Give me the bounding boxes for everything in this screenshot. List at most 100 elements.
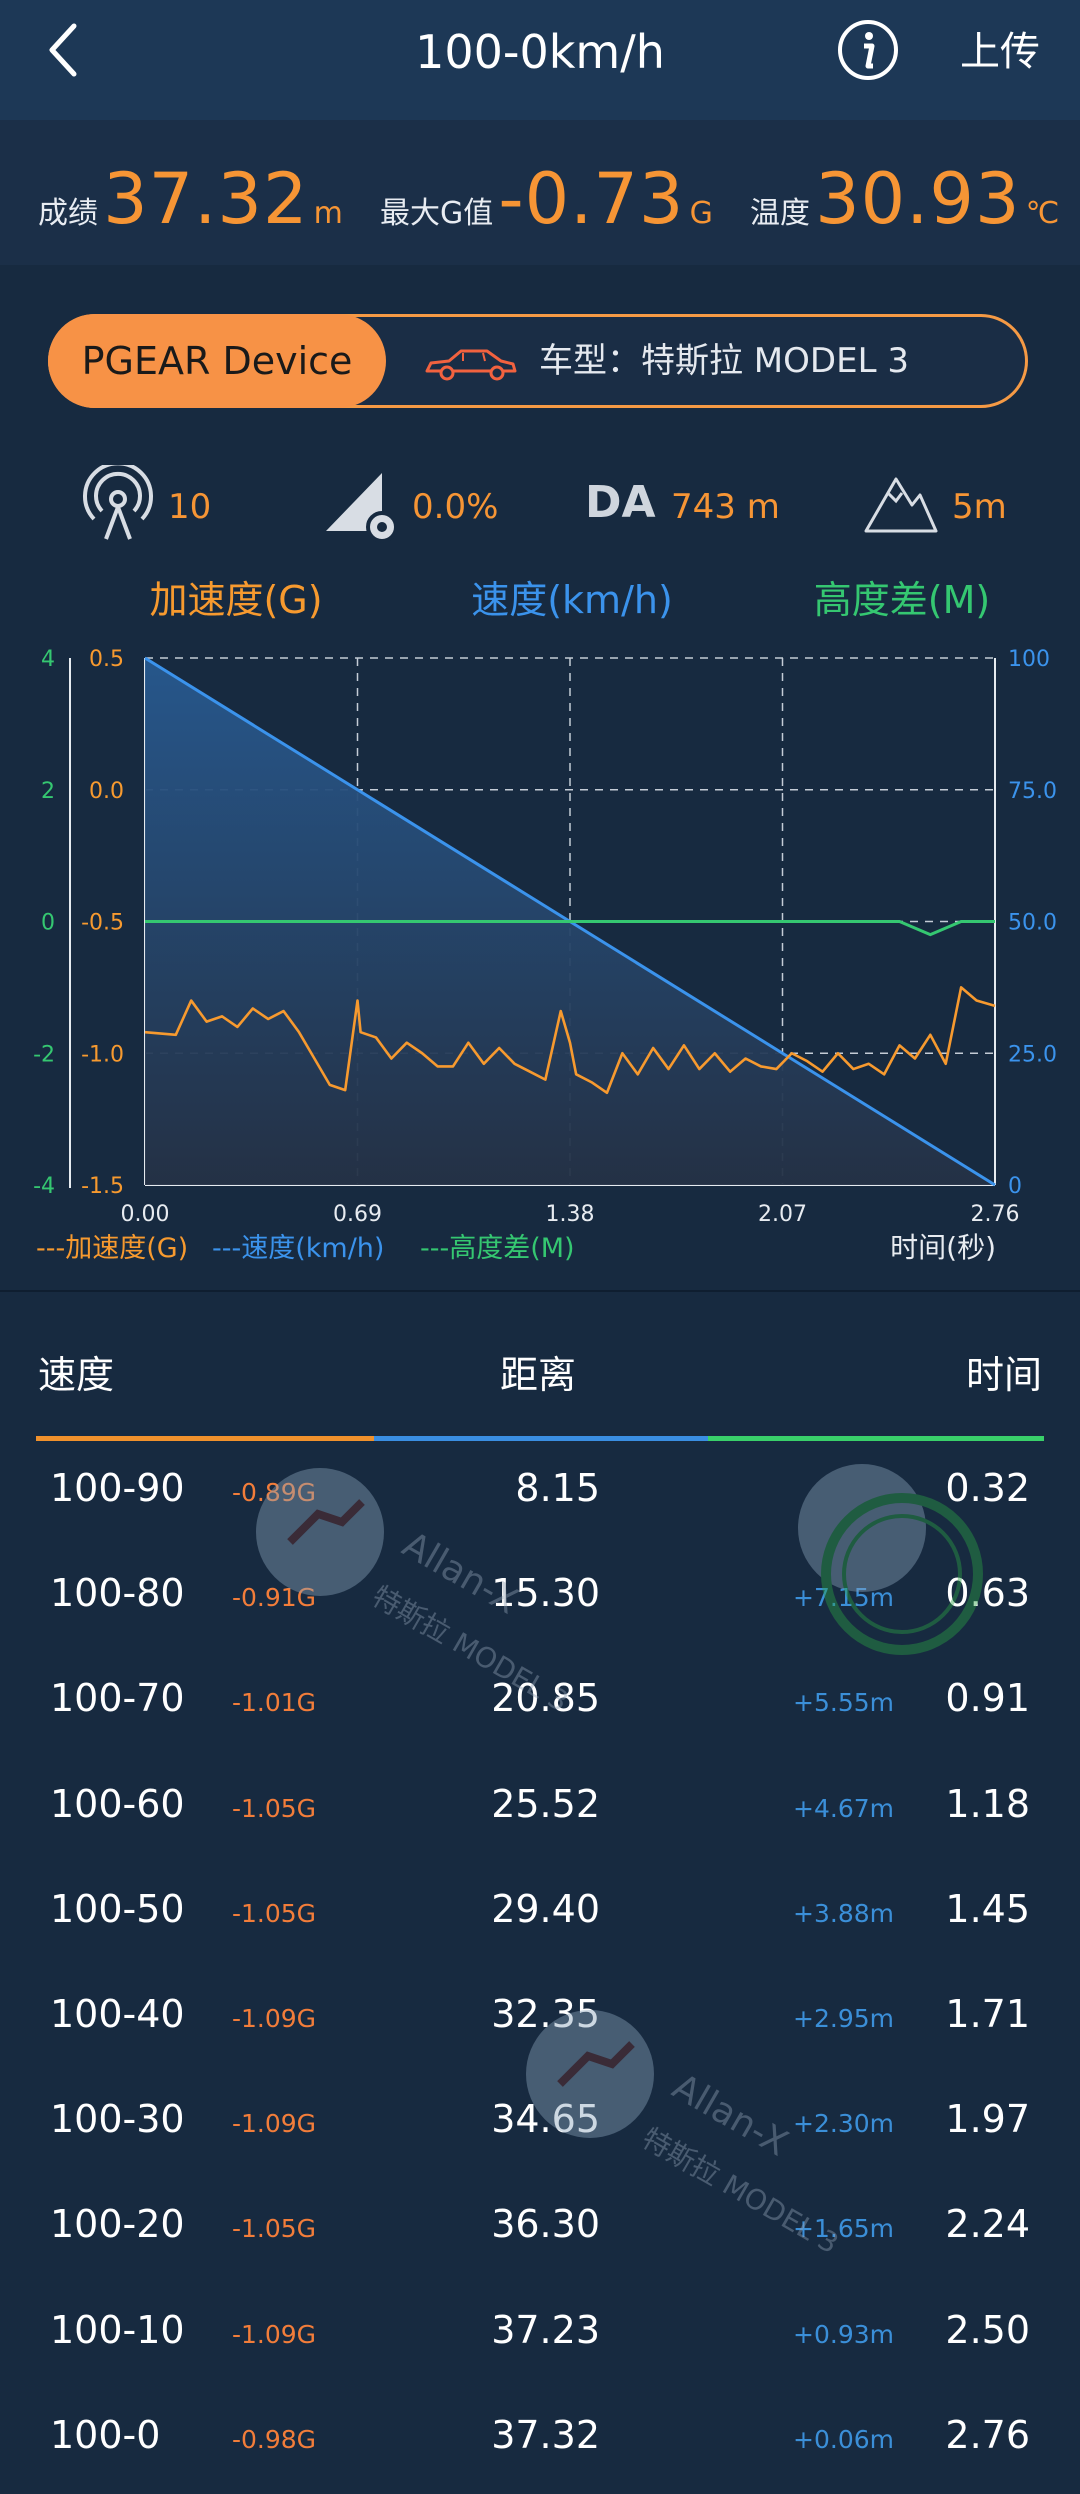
distance-value: 37.32 [491,2412,600,2457]
watermark-badge [798,1464,983,1655]
speed-range: 100-90 [50,1466,185,1510]
x-tick-label: 0.69 [333,1202,382,1227]
temperature-unit: ℃ [1025,196,1060,231]
g-value: -1.05G [232,1898,317,1928]
distance-delta: +0.93m [793,2319,894,2349]
slope-value: 0.0% [412,487,499,527]
watermark-badge: Allan-X 特斯拉 MODEL 3 [256,1468,574,1718]
distance-value: 37.23 [491,2307,600,2352]
y-tick-altitude: 2 [41,779,55,804]
g-value: -1.09G [232,2004,317,2033]
speed-range: 100-30 [50,2097,185,2142]
time-value: 2.76 [945,2412,1030,2457]
y-tick-accel: -1.5 [81,1174,124,1199]
speed-range: 100-20 [50,2202,185,2247]
g-value: -0.98G [232,2424,317,2454]
da-label: DA [585,477,656,528]
y-tick-speed: 0 [1008,1174,1022,1199]
sensor-row: 10 0.0% DA 743 m 5m [0,465,1080,545]
score-label: 成绩 [38,196,98,231]
y-tick-speed: 75.0 [1008,779,1057,804]
elevation-value: 5m [952,487,1007,527]
legend-bottom-altitude: ---高度差(M) [420,1233,575,1264]
speed-range: 100-70 [50,1676,185,1721]
time-value: 1.71 [945,1992,1030,2036]
y-tick-accel: 0.5 [89,647,124,672]
g-value: -1.09G [232,2109,317,2139]
legend-bottom-accel: ---加速度(G) [36,1233,188,1264]
distance-delta: +3.88m [793,1898,894,1928]
top-bar: 100-0km/h 上传 [0,0,1080,120]
temperature-label: 温度 [750,196,810,231]
upload-button[interactable]: 上传 [960,20,1040,84]
table-row: 100-60 -1.05G 25.52 +4.67m 1.18 [0,1758,1080,1863]
x-tick-label: 0.00 [121,1202,170,1227]
telemetry-chart: 加速度(G) 速度(km/h) 高度差(M) 4 2 0 -2 -4 0.5 0.0 -0.5 -1.… [0,570,1080,1290]
score-stat: 成绩 37.32 m [38,158,343,240]
header-speed: 速度 [38,1353,115,1397]
score-value: 37.32 [103,158,309,240]
table-row: 100-0 -0.98G 37.32 +0.06m 2.76 [0,2389,1080,2494]
x-axis-title: 时间(秒) [890,1231,996,1264]
distance-delta: +5.55m [793,1688,894,1718]
distance-value: 25.52 [491,1781,600,1826]
slope-sensor: 0.0% [320,465,520,545]
header-underline-green [708,1436,1044,1441]
header-distance: 距离 [500,1353,577,1397]
legend-top-accel: 加速度(G) [149,578,322,622]
x-tick-label: 2.07 [758,1202,807,1227]
device-name[interactable]: PGEAR Device [48,314,386,408]
satellite-signal-icon [83,465,153,540]
time-value: 1.18 [945,1781,1030,1826]
speed-range: 100-80 [50,1571,185,1616]
satellite-sensor: 10 [80,465,240,545]
x-tick-label: 2.76 [971,1202,1020,1227]
page-title: 100-0km/h [415,25,665,79]
y-tick-altitude: -4 [33,1174,55,1199]
score-unit: m [313,196,343,231]
car-icon [425,349,517,381]
y-tick-accel: 0.0 [89,779,124,804]
time-value: 1.97 [945,2097,1030,2142]
time-value: 0.91 [945,1676,1030,1721]
watermark-badge: Allan-X 特斯拉 MODEL 3 [526,2010,844,2260]
device-selector[interactable]: PGEAR Device 车型：特斯拉 MODEL 3 [48,314,1028,408]
header-time: 时间 [965,1353,1042,1397]
summary-stats: 成绩 37.32 m 最大G值 -0.73 G 温度 30.93 ℃ [0,120,1080,265]
car-model: 车型：特斯拉 MODEL 3 [539,341,909,381]
chart-svg: 加速度(G) 速度(km/h) 高度差(M) 4 2 0 -2 -4 0.5 0.0 -0.5 -1.… [33,578,1057,1264]
da-value: 743 m [671,487,780,527]
time-value: 2.24 [945,2202,1030,2247]
temperature-stat: 温度 30.93 ℃ [750,158,1060,240]
legend-bottom-speed: ---速度(km/h) [212,1233,384,1264]
y-tick-speed: 25.0 [1008,1042,1057,1067]
speed-range: 100-0 [50,2412,161,2457]
distance-delta: +4.67m [793,1793,894,1823]
table-row: 100-50 -1.05G 29.40 +3.88m 1.45 [0,1863,1080,1968]
satellite-count: 10 [168,487,212,527]
y-tick-speed: 50.0 [1008,911,1057,936]
time-value: 1.45 [945,1886,1030,1931]
info-icon[interactable] [836,18,900,82]
y-tick-accel: -1.0 [81,1042,124,1067]
speed-range: 100-40 [50,1992,185,2036]
y-tick-speed: 100 [1008,647,1050,672]
speed-range: 100-60 [50,1781,185,1826]
density-altitude-sensor: DA 743 m [585,465,805,545]
slope-gear-icon [326,473,398,543]
header-underline-blue [374,1436,708,1441]
distance-value: 29.40 [491,1886,600,1931]
max-g-stat: 最大G值 -0.73 G [380,158,713,240]
y-tick-altitude: 0 [41,911,55,936]
x-tick-label: 1.38 [546,1202,595,1227]
speed-range: 100-50 [50,1886,185,1931]
legend-top-speed: 速度(km/h) [471,578,673,622]
speed-range: 100-10 [50,2307,185,2352]
table-header: 速度 距离 时间 [0,1292,1080,1442]
header-underline-orange [36,1436,374,1441]
max-g-value: -0.73 [498,158,685,240]
legend-top-altitude: 高度差(M) [814,578,990,622]
max-g-unit: G [689,196,713,231]
distance-delta: +0.06m [793,2424,894,2454]
g-value: -1.05G [232,1793,317,1823]
